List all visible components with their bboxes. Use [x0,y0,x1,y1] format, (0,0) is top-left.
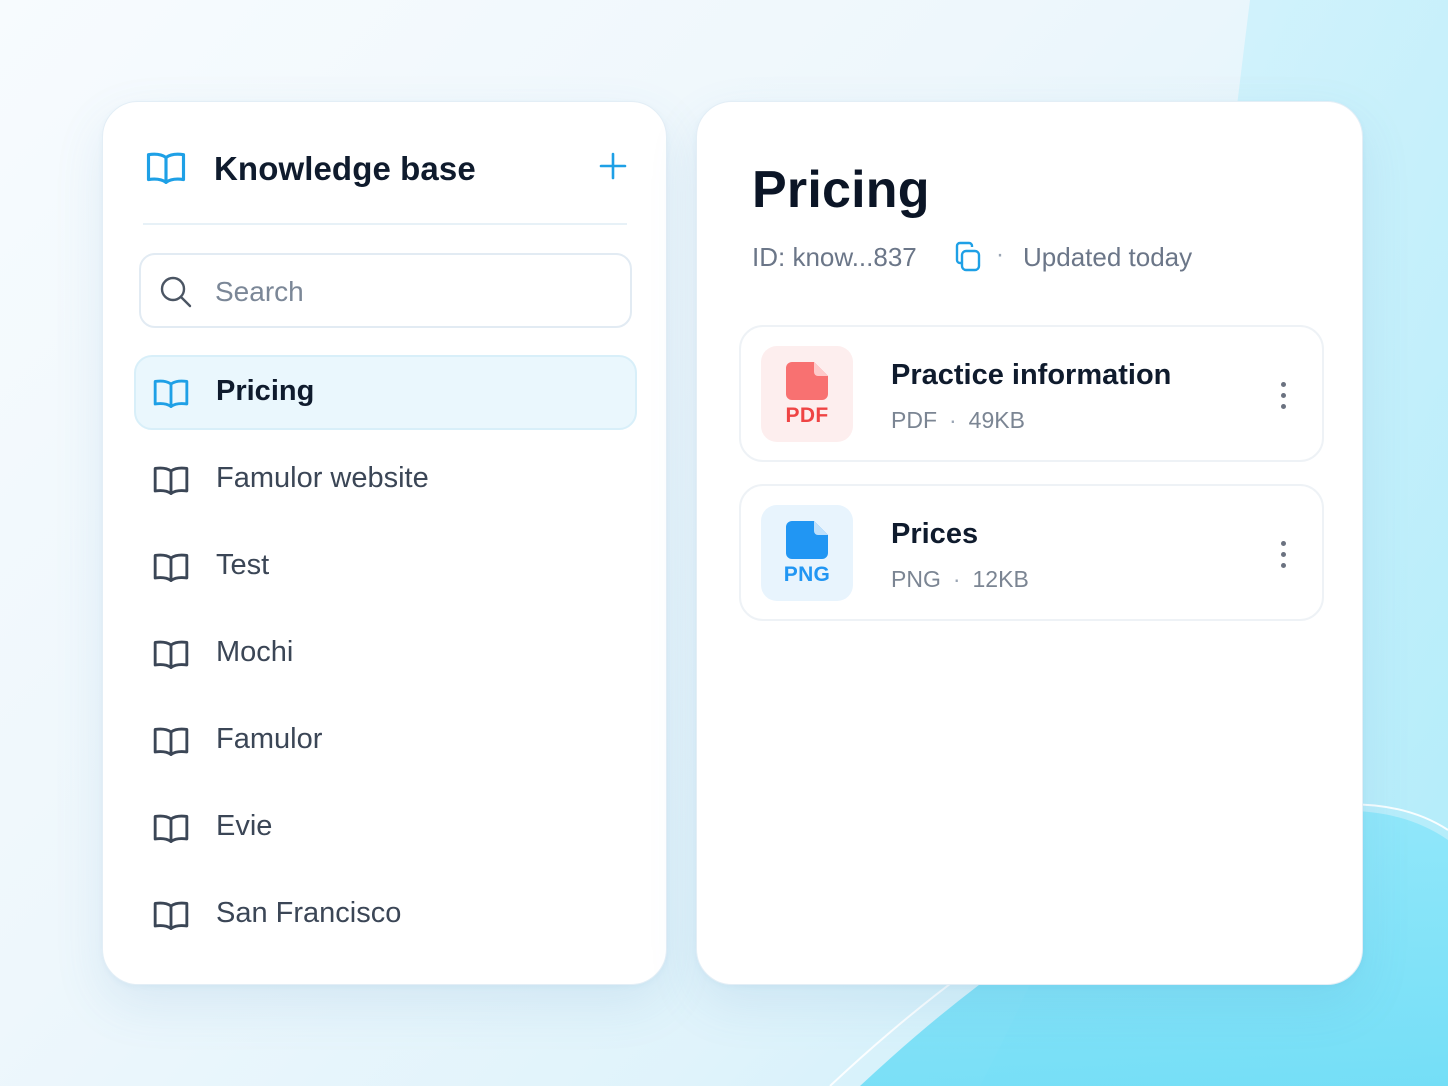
book-open-icon [152,638,190,676]
more-vertical-icon [1280,551,1286,557]
sidebar-header: Knowledge base [145,144,631,196]
file-card[interactable]: PDF Practice information PDF · 49KB [739,325,1324,462]
plus-icon [599,152,627,180]
file-options-button[interactable] [1268,534,1298,574]
sidebar-item-label: Pricing [216,375,315,407]
search-box[interactable] [139,253,632,328]
copy-id-button[interactable] [951,240,985,274]
more-vertical-icon [1280,392,1286,398]
book-open-icon [152,725,190,763]
sidebar-item-label: Mochi [216,636,294,668]
updated-status: Updated today [1023,242,1193,272]
file-card[interactable]: PNG Prices PNG · 12KB [739,484,1324,621]
meta-row: ID: know...837 · Updated today [752,240,1332,276]
add-knowledge-base-button[interactable] [595,148,631,184]
more-vertical-icon [1280,381,1286,387]
file-meta-separator: · [949,407,957,433]
file-name: Practice information [891,359,1172,391]
sidebar-item-pricing[interactable]: Pricing [134,355,637,430]
file-type-badge: PDF [785,404,829,427]
book-open-icon [152,377,190,415]
file-meta: PNG · 12KB [891,566,1029,593]
book-open-icon [145,150,187,191]
file-size: 49KB [968,407,1025,433]
book-open-icon [152,899,190,937]
copy-icon [955,241,981,272]
file-icon [786,362,828,400]
sidebar-item-label: San Francisco [216,897,402,929]
file-type: PDF [891,407,937,433]
sidebar-divider [143,223,627,225]
file-type-tile: PNG [761,505,853,601]
sidebar-item-label: Famulor [216,723,323,755]
sidebar-title: Knowledge base [214,150,476,187]
meta-separator: · [996,241,1004,268]
more-vertical-icon [1280,540,1286,546]
more-vertical-icon [1280,562,1286,568]
file-meta-separator: · [952,566,961,592]
sidebar-item-famulor[interactable]: Famulor [134,703,637,778]
file-type: PNG [891,566,941,592]
file-meta: PDF · 49KB [891,407,1025,434]
book-open-icon [152,464,190,502]
knowledge-base-id: ID: know...837 [752,242,917,272]
book-open-icon [152,551,190,589]
sidebar-item-label: Evie [216,810,273,842]
file-options-button[interactable] [1268,375,1298,415]
search-icon [159,275,193,314]
knowledge-base-sidebar: Knowledge base Pricing Famulor [102,101,667,985]
file-name: Prices [891,518,979,550]
sidebar-item-san-francisco[interactable]: San Francisco [134,877,637,952]
search-input[interactable] [213,255,617,328]
sidebar-item-famulor-website[interactable]: Famulor website [134,442,637,517]
file-type-badge: PNG [783,563,831,586]
sidebar-item-evie[interactable]: Evie [134,790,637,865]
knowledge-base-list: Pricing Famulor website Test Mochi Famul… [134,355,637,964]
more-vertical-icon [1280,403,1286,409]
knowledge-base-detail: Pricing ID: know...837 · Updated today P… [696,101,1363,985]
sidebar-item-mochi[interactable]: Mochi [134,616,637,691]
file-type-tile: PDF [761,346,853,442]
sidebar-item-label: Famulor website [216,462,429,494]
sidebar-item-test[interactable]: Test [134,529,637,604]
file-icon [786,521,828,559]
sidebar-item-label: Test [216,549,270,581]
book-open-icon [152,812,190,850]
file-size: 12KB [972,566,1029,592]
page-title: Pricing [752,161,930,219]
